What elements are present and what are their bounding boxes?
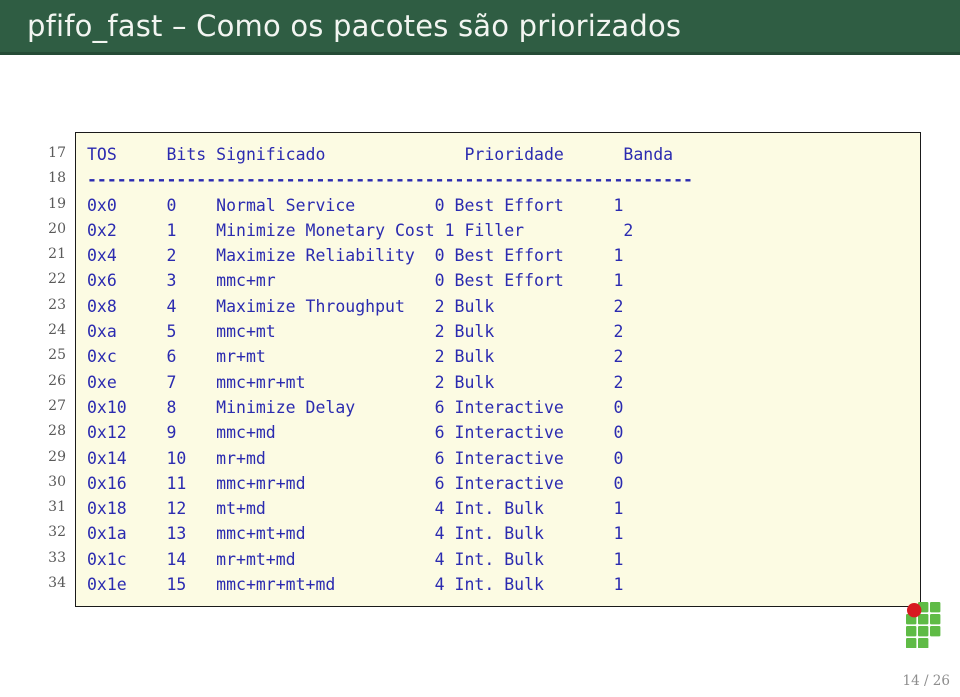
- page-title: pfifo_fast – Como os pacotes são prioriz…: [27, 9, 682, 43]
- line-number: 31: [48, 499, 66, 516]
- line-number: 22: [48, 271, 66, 288]
- code-separator-line: ----------------------------------------…: [87, 170, 693, 190]
- line-number: 34: [48, 575, 66, 592]
- logo-block: [918, 614, 929, 625]
- line-number: 32: [48, 524, 66, 541]
- logo-block: [930, 626, 941, 637]
- code-line: 0x6 3 mmc+mr 0 Best Effort 1: [87, 271, 624, 291]
- code-line: 0xe 7 mmc+mr+mt 2 Bulk 2: [87, 372, 624, 392]
- ifrn-logo: [906, 602, 952, 649]
- code-line: 0xc 6 mr+mt 2 Bulk 2: [87, 347, 624, 367]
- logo-block: [930, 614, 941, 625]
- code-line: 0x16 11 mmc+mr+md 6 Interactive 0: [87, 473, 624, 493]
- slide-header-underline: [0, 52, 960, 55]
- code-line: 0x12 9 mmc+md 6 Interactive 0: [87, 423, 624, 443]
- line-number: 20: [48, 220, 66, 237]
- logo-block: [918, 626, 929, 637]
- page-indicator: 14 / 26: [902, 673, 951, 689]
- line-number: 25: [48, 347, 66, 364]
- code-listing: 17 18 19 20 21 22 23 24 25 26 27 28 29 30 31 32 33 34 TOS…: [33, 132, 921, 608]
- line-number: 26: [48, 372, 66, 389]
- line-number: 18: [48, 170, 66, 187]
- code-line: 0x1a 13 mmc+mt+md 4 Int. Bulk 1: [87, 524, 624, 544]
- line-number: 21: [48, 246, 66, 263]
- line-number: 19: [48, 195, 66, 212]
- line-number: 29: [48, 448, 66, 465]
- logo-block: [930, 602, 941, 613]
- ifrn-logo-svg: [906, 602, 941, 649]
- logo-block: [918, 638, 929, 649]
- logo-block: [906, 626, 917, 637]
- line-number: 30: [48, 473, 66, 490]
- line-number: 33: [48, 549, 66, 566]
- logo-dot: [907, 603, 922, 618]
- code-line: 0x4 2 Maximize Reliability 0 Best Effort…: [87, 246, 624, 266]
- line-number: 27: [48, 397, 66, 414]
- code-line: TOS Bits Significado Prioridade Banda: [87, 145, 674, 164]
- line-number: 28: [48, 423, 66, 440]
- code-line: 0x1e 15 mmc+mr+mt+md 4 Int. Bulk 1: [87, 575, 624, 595]
- line-number: 24: [48, 322, 66, 339]
- code-line: 0x10 8 Minimize Delay 6 Interactive 0: [87, 397, 624, 417]
- line-number: 23: [48, 296, 66, 313]
- code-line: 0x8 4 Maximize Throughput 2 Bulk 2: [87, 296, 624, 316]
- code-line: 0x2 1 Minimize Monetary Cost 1 Filler 2: [87, 220, 634, 240]
- line-number-gutter: 17 18 19 20 21 22 23 24 25 26 27 28 29 30 31 32 33 34: [33, 132, 75, 605]
- code-line: 0xa 5 mmc+mt 2 Bulk 2: [87, 322, 624, 342]
- code-block: TOS Bits Significado Prioridade Banda ---…: [75, 132, 921, 608]
- code-line: 0x14 10 mr+md 6 Interactive 0: [87, 448, 624, 468]
- logo-block: [906, 638, 917, 649]
- code-line: 0x1c 14 mr+mt+md 4 Int. Bulk 1: [87, 549, 624, 569]
- line-number: 17: [48, 145, 66, 161]
- code-line: 0x18 12 mt+md 4 Int. Bulk 1: [87, 499, 624, 519]
- code-line: 0x0 0 Normal Service 0 Best Effort 1: [87, 195, 624, 215]
